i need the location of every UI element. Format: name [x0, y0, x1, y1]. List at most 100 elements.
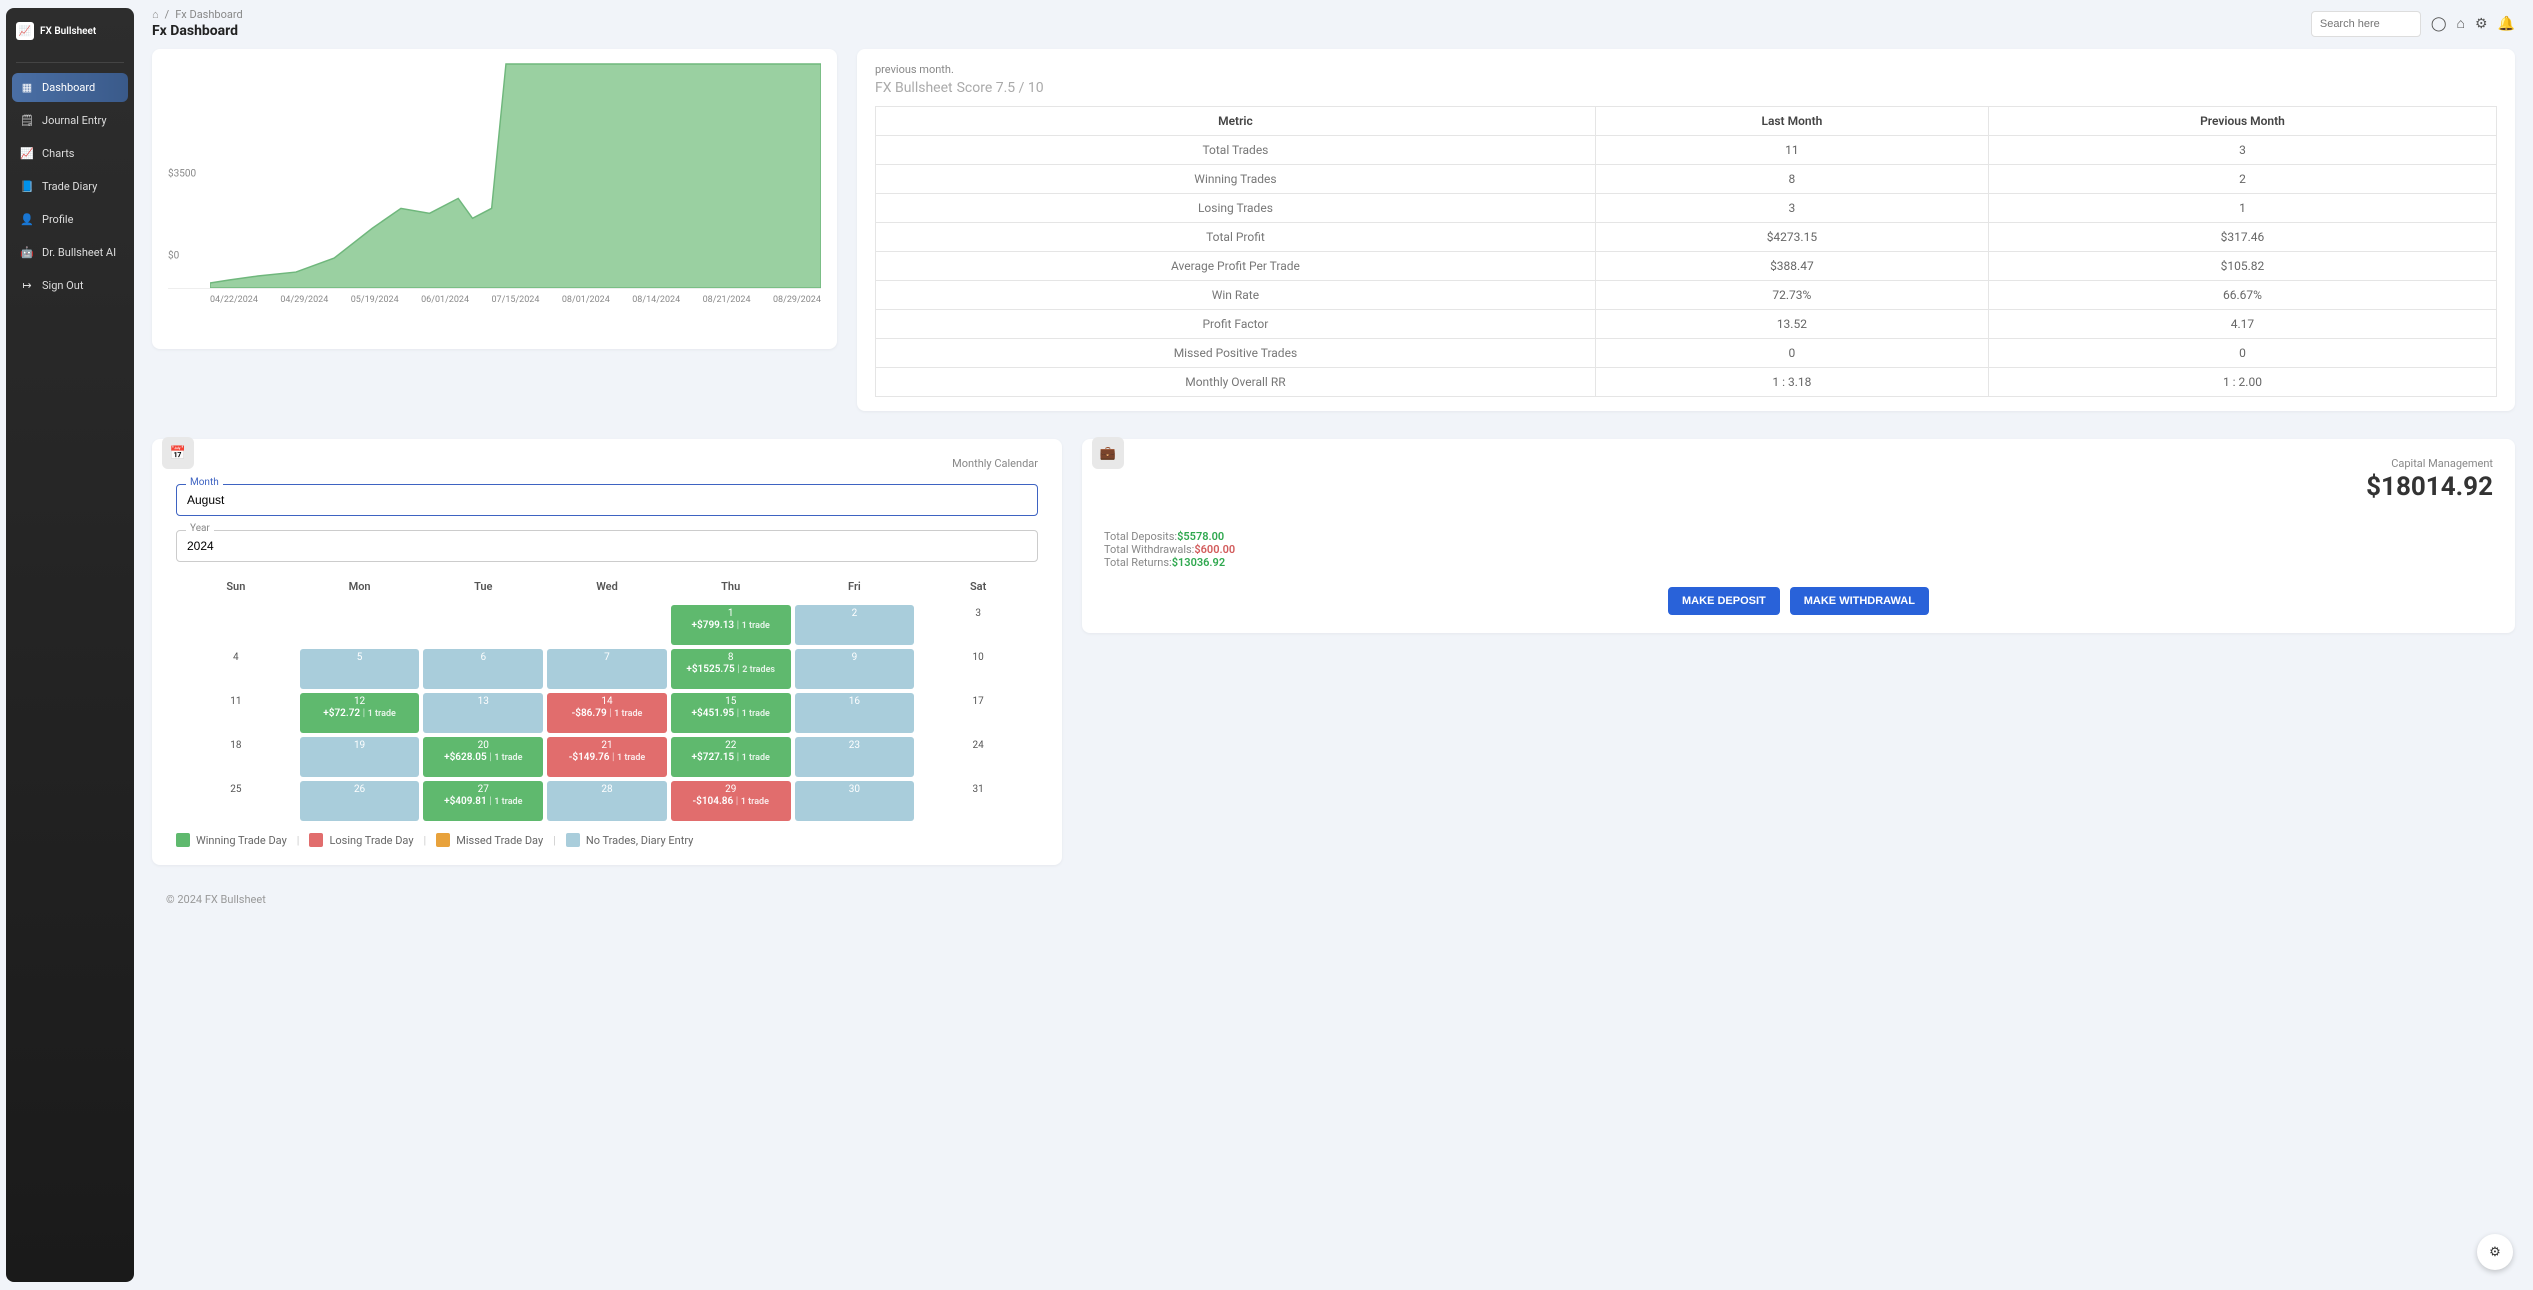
- cal-cell[interactable]: 16: [795, 693, 915, 733]
- cal-cell[interactable]: 22+$727.15 | 1 trade: [671, 737, 791, 777]
- x-tick: 07/15/2024: [492, 295, 540, 305]
- cal-day-number: 4: [176, 652, 296, 663]
- legend-item: Missed Trade Day: [436, 833, 543, 847]
- table-cell: 66.67%: [1988, 281, 2496, 310]
- capital-row: Total Returns:$13036.92: [1104, 556, 2493, 569]
- cal-cell[interactable]: 26: [300, 781, 420, 821]
- sidebar-item-dashboard[interactable]: ▦Dashboard: [12, 73, 128, 102]
- nav-label: Profile: [42, 213, 73, 226]
- settings-icon[interactable]: ⚙: [2475, 16, 2488, 32]
- cal-cell[interactable]: 17: [918, 693, 1038, 733]
- x-tick: 08/21/2024: [703, 295, 751, 305]
- y-tick: $0: [168, 250, 179, 261]
- cal-trade-count: 1 trade: [741, 797, 769, 807]
- cal-cell[interactable]: 10: [918, 649, 1038, 689]
- cal-pnl: +$409.81 | 1 trade: [444, 796, 522, 807]
- cal-cell[interactable]: 28: [547, 781, 667, 821]
- make-withdrawal-button[interactable]: MAKE WITHDRAWAL: [1790, 587, 1929, 615]
- search-input[interactable]: [2311, 11, 2421, 37]
- cal-day-number: 23: [795, 740, 915, 751]
- table-cell: 0: [1988, 339, 2496, 368]
- cal-cell[interactable]: 24: [918, 737, 1038, 777]
- legend-swatch: [309, 833, 323, 847]
- cal-day-number: 5: [300, 652, 420, 663]
- cal-cell[interactable]: 21-$149.76 | 1 trade: [547, 737, 667, 777]
- capital-label: Total Withdrawals:: [1104, 543, 1194, 556]
- cal-cell[interactable]: 13: [423, 693, 543, 733]
- cal-cell[interactable]: 29-$104.86 | 1 trade: [671, 781, 791, 821]
- cal-cell[interactable]: 3: [918, 605, 1038, 645]
- cal-day-number: 1: [671, 608, 791, 619]
- sidebar-item-journal-entry[interactable]: 🗒Journal Entry: [12, 106, 128, 135]
- month-select[interactable]: [176, 484, 1038, 516]
- cal-cell[interactable]: 6: [423, 649, 543, 689]
- table-cell: Missed Positive Trades: [876, 339, 1596, 368]
- cal-cell[interactable]: 23: [795, 737, 915, 777]
- table-row: Winning Trades82: [876, 165, 2497, 194]
- cal-cell[interactable]: 7: [547, 649, 667, 689]
- settings-fab[interactable]: ⚙: [2477, 1234, 2513, 1270]
- cal-day-number: 6: [423, 652, 543, 663]
- cal-cell[interactable]: 27+$409.81 | 1 trade: [423, 781, 543, 821]
- table-cell: 8: [1595, 165, 1988, 194]
- home-icon[interactable]: ⌂: [2457, 15, 2465, 32]
- y-tick: $3500: [168, 168, 196, 179]
- cal-cell[interactable]: 19: [300, 737, 420, 777]
- cal-day-number: 25: [176, 784, 296, 795]
- cal-cell[interactable]: 4: [176, 649, 296, 689]
- table-row: Monthly Overall RR1 : 3.181 : 2.00: [876, 368, 2497, 397]
- cal-day-number: 9: [795, 652, 915, 663]
- cal-day-number: 29: [671, 784, 791, 795]
- breadcrumb-current[interactable]: Fx Dashboard: [175, 8, 242, 21]
- cal-cell[interactable]: 15+$451.95 | 1 trade: [671, 693, 791, 733]
- metrics-title: FX Bullsheet Score 7.5 / 10: [875, 80, 2497, 96]
- x-tick: 08/29/2024: [773, 295, 821, 305]
- table-header: Last Month: [1595, 107, 1988, 136]
- sidebar-item-profile[interactable]: 👤Profile: [12, 205, 128, 234]
- cal-trade-count: 1 trade: [742, 753, 770, 763]
- month-label: Month: [186, 477, 223, 488]
- cal-cell[interactable]: 14-$86.79 | 1 trade: [547, 693, 667, 733]
- table-cell: Average Profit Per Trade: [876, 252, 1596, 281]
- sidebar-item-sign-out[interactable]: ↦Sign Out: [12, 271, 128, 300]
- sidebar-item-dr-bullsheet-ai[interactable]: 🤖 Dr. Bullsheet AI: [12, 238, 128, 267]
- bell-icon[interactable]: 🔔: [2498, 16, 2515, 32]
- table-cell: 11: [1595, 136, 1988, 165]
- balance-chart: $0 $3500: [168, 59, 821, 289]
- make-deposit-button[interactable]: MAKE DEPOSIT: [1668, 587, 1780, 615]
- capital-value: $13036.92: [1172, 556, 1225, 569]
- account-icon[interactable]: ◯: [2431, 16, 2447, 32]
- sidebar-item-trade-diary[interactable]: 📘Trade Diary: [12, 172, 128, 201]
- cal-cell[interactable]: 9: [795, 649, 915, 689]
- year-select[interactable]: [176, 530, 1038, 562]
- cal-cell[interactable]: 25: [176, 781, 296, 821]
- cal-cell[interactable]: 8+$1525.75 | 2 trades: [671, 649, 791, 689]
- balance-chart-card: $0 $3500 04/22/202404/29/202405/19/20240…: [152, 49, 837, 349]
- cal-pnl: +$628.05 | 1 trade: [444, 752, 522, 763]
- cal-cell[interactable]: 5: [300, 649, 420, 689]
- cal-cell[interactable]: 12+$72.72 | 1 trade: [300, 693, 420, 733]
- nav-label: Dr. Bullsheet AI: [42, 246, 116, 259]
- cal-pnl: +$72.72 | 1 trade: [323, 708, 396, 719]
- x-tick: 06/01/2024: [421, 295, 469, 305]
- main: ⌂ / Fx Dashboard Fx Dashboard ◯ ⌂ ⚙ 🔔 $0…: [134, 0, 2533, 1290]
- sidebar-item-charts[interactable]: 📈Charts: [12, 139, 128, 168]
- cal-day-header: Mon: [300, 576, 420, 601]
- cal-cell[interactable]: 31: [918, 781, 1038, 821]
- cal-pnl: +$451.95 | 1 trade: [692, 708, 770, 719]
- cal-cell[interactable]: 18: [176, 737, 296, 777]
- cal-day-number: 27: [423, 784, 543, 795]
- cal-cell[interactable]: 30: [795, 781, 915, 821]
- capital-row: Total Deposits:$5578.00: [1104, 530, 2493, 543]
- home-icon[interactable]: ⌂: [152, 8, 159, 21]
- nav-icon: 🤖: [20, 246, 34, 259]
- cal-cell[interactable]: 2: [795, 605, 915, 645]
- cal-day-number: 14: [547, 696, 667, 707]
- cal-day-number: 31: [918, 784, 1038, 795]
- cal-cell[interactable]: 11: [176, 693, 296, 733]
- cal-cell[interactable]: 20+$628.05 | 1 trade: [423, 737, 543, 777]
- cal-cell[interactable]: 1+$799.13 | 1 trade: [671, 605, 791, 645]
- table-cell: 0: [1595, 339, 1988, 368]
- legend-item: Losing Trade Day: [309, 833, 413, 847]
- breadcrumb: ⌂ / Fx Dashboard: [152, 8, 243, 21]
